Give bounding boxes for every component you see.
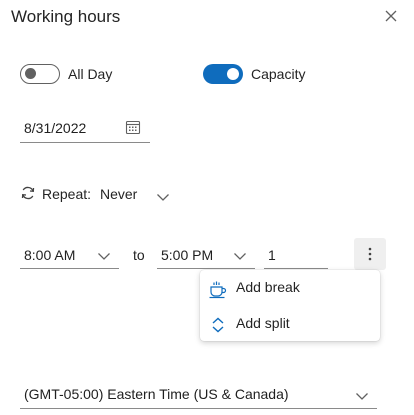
dialog-title: Working hours — [11, 7, 121, 26]
all-day-toggle[interactable] — [20, 64, 60, 84]
date-input[interactable]: 8/31/2022 — [24, 120, 86, 136]
close-icon[interactable] — [383, 8, 399, 24]
more-vertical-icon[interactable] — [354, 238, 386, 270]
end-time-underline — [157, 268, 255, 269]
capacity-label: Capacity — [251, 66, 306, 82]
coffee-cup-icon — [208, 279, 228, 299]
capacity-input[interactable]: 1 — [268, 247, 276, 263]
all-day-label: All Day — [68, 66, 113, 82]
menu-item-add-split[interactable]: Add split — [200, 306, 380, 342]
chevron-down-icon[interactable] — [97, 248, 111, 260]
chevron-down-icon[interactable] — [233, 248, 247, 260]
timezone-underline — [20, 408, 377, 409]
split-chevrons-icon — [208, 315, 228, 335]
chevron-down-icon[interactable] — [355, 388, 369, 400]
date-underline — [20, 142, 150, 143]
calendar-icon[interactable] — [125, 119, 141, 135]
start-time-dropdown[interactable]: 8:00 AM — [24, 247, 75, 263]
menu-item-add-break[interactable]: Add break — [200, 270, 380, 306]
menu-item-label: Add split — [236, 315, 290, 331]
end-time-dropdown[interactable]: 5:00 PM — [161, 247, 213, 263]
chevron-down-icon[interactable] — [156, 189, 170, 201]
capacity-underline — [264, 268, 328, 269]
menu-item-label: Add break — [236, 279, 300, 295]
time-separator: to — [133, 247, 145, 263]
more-options-menu: Add break Add split — [200, 270, 380, 341]
repeat-icon — [20, 185, 36, 201]
repeat-label: Repeat: — [42, 186, 92, 202]
capacity-toggle[interactable] — [203, 64, 243, 84]
repeat-dropdown[interactable]: Never — [100, 186, 137, 202]
start-time-underline — [20, 268, 119, 269]
timezone-dropdown[interactable]: (GMT-05:00) Eastern Time (US & Canada) — [24, 386, 289, 402]
